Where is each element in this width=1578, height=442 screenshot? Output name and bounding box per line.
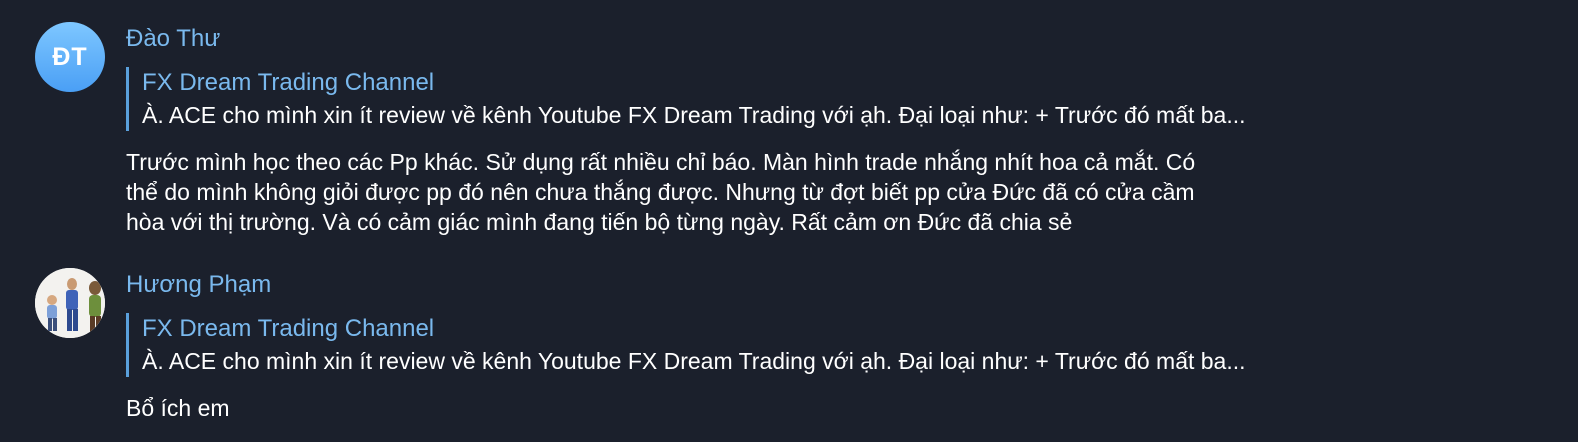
reply-text: À. ACE cho mình xin ít review về kênh Yo…: [142, 102, 1246, 128]
family-photo-avatar-icon[interactable]: [35, 268, 105, 338]
reply-quote[interactable]: FX Dream Trading Channel À. ACE cho mình…: [126, 313, 1456, 377]
message-text: Bổ ích em: [126, 395, 230, 421]
reply-text: À. ACE cho mình xin ít review về kênh Yo…: [142, 348, 1246, 374]
sender-name[interactable]: Đào Thư: [126, 24, 220, 54]
avatar-initials: ĐT: [52, 42, 88, 71]
reply-title: FX Dream Trading Channel: [142, 315, 435, 342]
sender-name[interactable]: Hương Phạm: [126, 270, 271, 300]
family-photo-icon: [35, 268, 105, 338]
reply-title: FX Dream Trading Channel: [142, 69, 435, 96]
message-text: Trước mình học theo các Pp khác. Sử dụng…: [126, 149, 1196, 235]
avatar[interactable]: ĐT: [35, 22, 105, 92]
reply-quote[interactable]: FX Dream Trading Channel À. ACE cho mình…: [126, 67, 1456, 131]
